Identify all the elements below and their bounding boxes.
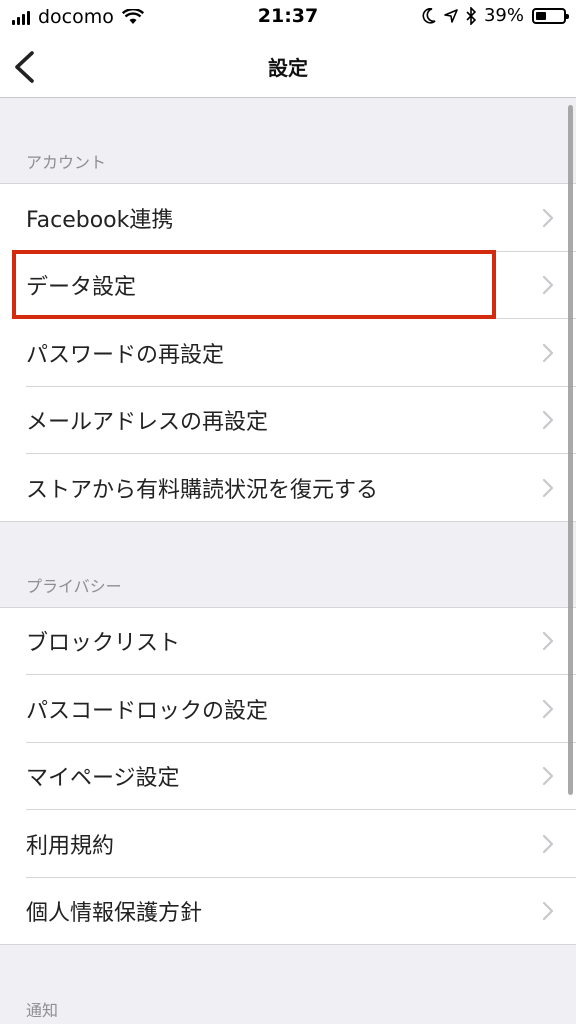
chevron-right-icon xyxy=(542,208,554,227)
chevron-right-icon xyxy=(542,902,554,921)
battery-fill xyxy=(536,11,547,20)
scroll-indicator[interactable] xyxy=(568,105,573,795)
chevron-right-icon xyxy=(542,699,554,718)
page-title: 設定 xyxy=(268,56,308,80)
battery-percent: 39% xyxy=(483,5,524,26)
row-label: マイページ設定 xyxy=(26,766,180,792)
status-bar: docomo 21:37 39% xyxy=(0,0,576,36)
row-restore-subscription[interactable]: ストアから有料購読状況を復元する xyxy=(0,454,576,522)
row-privacy-policy[interactable]: 個人情報保護方針 xyxy=(0,877,576,945)
chevron-right-icon xyxy=(542,411,554,430)
status-right: 39% xyxy=(422,5,569,26)
row-passcode-lock[interactable]: パスコードロックの設定 xyxy=(0,675,576,743)
battery-icon xyxy=(532,7,569,24)
row-label: メールアドレスの再設定 xyxy=(26,410,269,436)
location-icon xyxy=(444,8,458,23)
chevron-right-icon xyxy=(542,478,554,497)
section-header-notification: 通知 xyxy=(26,1001,59,1020)
row-label: パスコードロックの設定 xyxy=(26,698,269,724)
chevron-right-icon xyxy=(542,834,554,853)
row-label: 個人情報保護方針 xyxy=(26,901,203,927)
settings-screen: docomo 21:37 39% 設定 アカウント Facebook連携 データ… xyxy=(0,0,576,1024)
row-label: 利用規約 xyxy=(26,833,115,859)
row-label: Facebook連携 xyxy=(26,207,174,233)
navigation-bar: 設定 xyxy=(0,36,576,98)
bluetooth-icon xyxy=(466,6,476,25)
settings-list: アカウント Facebook連携 データ設定 パスワードの再設定 メールアドレス… xyxy=(0,99,576,1024)
moon-icon xyxy=(422,7,436,24)
row-label: パスワードの再設定 xyxy=(26,342,225,368)
chevron-right-icon xyxy=(542,632,554,651)
row-password-reset[interactable]: パスワードの再設定 xyxy=(0,319,576,387)
section-header-account: アカウント xyxy=(0,99,576,184)
row-label: ブロックリスト xyxy=(26,631,181,657)
section-header-privacy: プライバシー xyxy=(0,522,576,608)
chevron-right-icon xyxy=(542,767,554,786)
chevron-right-icon xyxy=(542,343,554,362)
row-facebook-link[interactable]: Facebook連携 xyxy=(0,184,576,252)
row-block-list[interactable]: ブロックリスト xyxy=(0,607,576,675)
row-label: データ設定 xyxy=(26,275,137,301)
chevron-right-icon xyxy=(542,276,554,295)
row-email-reset[interactable]: メールアドレスの再設定 xyxy=(0,386,576,454)
row-data-settings[interactable]: データ設定 xyxy=(0,251,576,319)
row-label: ストアから有料購読状況を復元する xyxy=(26,477,379,503)
row-mypage-settings[interactable]: マイページ設定 xyxy=(0,742,576,810)
row-terms-of-use[interactable]: 利用規約 xyxy=(0,810,576,878)
